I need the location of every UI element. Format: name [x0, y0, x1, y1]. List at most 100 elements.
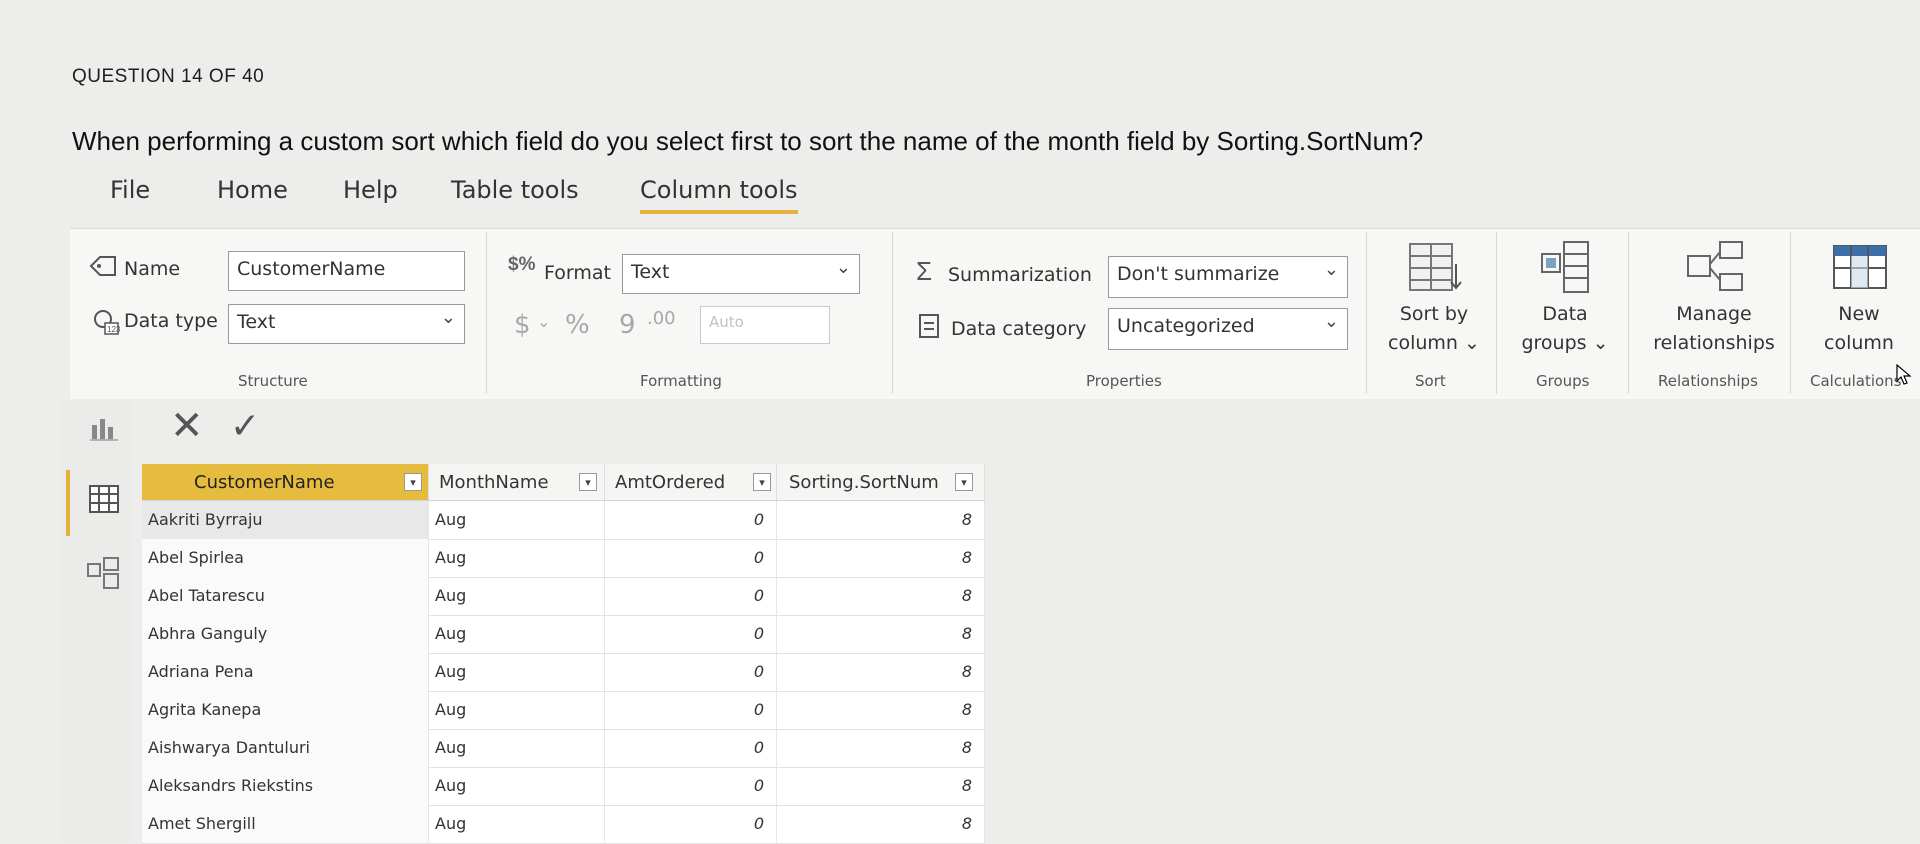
- table-cell: Aakriti Byrraju: [142, 501, 429, 539]
- tab-column-tools[interactable]: Column tools: [640, 176, 798, 214]
- structure-group-label: Structure: [238, 372, 308, 390]
- format-select[interactable]: Text: [622, 254, 860, 294]
- table-cell: 0: [605, 501, 777, 539]
- column-header-label: CustomerName: [194, 472, 335, 493]
- data-category-select[interactable]: Uncategorized: [1108, 308, 1348, 350]
- column-header-monthname[interactable]: MonthName ▾: [429, 464, 605, 500]
- question-counter: QUESTION 14 OF 40: [72, 66, 265, 87]
- sort-by-column-button[interactable]: Sort by column ⌄: [1374, 236, 1494, 386]
- new-column-icon: [1832, 244, 1888, 295]
- model-view-icon[interactable]: [86, 556, 120, 595]
- sort-by-column-icon: [1408, 242, 1464, 299]
- filter-dropdown-icon[interactable]: ▾: [753, 473, 771, 491]
- calculations-group-label: Calculations: [1810, 372, 1902, 390]
- table-view-icon[interactable]: [88, 484, 120, 519]
- filter-dropdown-icon[interactable]: ▾: [579, 473, 597, 491]
- decimal-places-spinner[interactable]: Auto: [700, 306, 830, 344]
- table-cell: Aug: [429, 729, 605, 767]
- cancel-formula-icon[interactable]: ✕: [170, 406, 204, 446]
- new-column-label-1: New: [1838, 303, 1880, 325]
- data-groups-button[interactable]: Data groups ⌄: [1506, 236, 1624, 386]
- separator: [892, 232, 893, 394]
- table-body: Aakriti Byrraju Aug 0 8 Abel Spirlea Aug 0 8 Abe…: [142, 501, 985, 844]
- table-cell: Aug: [429, 767, 605, 805]
- table-cell: 0: [605, 691, 777, 729]
- sigma-icon: Σ: [916, 256, 933, 286]
- table-cell: 8: [777, 729, 985, 767]
- percent-button[interactable]: %: [565, 310, 590, 340]
- manage-relationships-button[interactable]: Manage relationships: [1640, 236, 1788, 386]
- tab-table-tools[interactable]: Table tools: [451, 176, 579, 204]
- table-row: Agrita Kanepa Aug 0 8: [142, 691, 985, 730]
- table-cell: Aug: [429, 577, 605, 615]
- table-cell: Aug: [429, 691, 605, 729]
- svg-text:123: 123: [107, 325, 120, 334]
- summarization-select[interactable]: Don't summarize: [1108, 256, 1348, 298]
- groups-group-label: Groups: [1536, 372, 1590, 390]
- column-header-amtordered[interactable]: AmtOrdered ▾: [605, 464, 777, 500]
- data-category-icon: [918, 313, 940, 339]
- table-cell: Aug: [429, 615, 605, 653]
- table-cell: Agrita Kanepa: [142, 691, 429, 729]
- tab-help[interactable]: Help: [343, 176, 398, 204]
- format-icon: $%: [508, 254, 536, 275]
- chevron-down-icon[interactable]: ⌄: [537, 312, 550, 331]
- sort-by-column-label-1: Sort by: [1399, 303, 1469, 325]
- table-row: Adriana Pena Aug 0 8: [142, 653, 985, 692]
- table-row: Aishwarya Dantuluri Aug 0 8: [142, 729, 985, 768]
- table-cell: Aleksandrs Riekstins: [142, 767, 429, 805]
- table-cell: Aishwarya Dantuluri: [142, 729, 429, 767]
- table-cell: Aug: [429, 805, 605, 843]
- table-cell: 8: [777, 539, 985, 577]
- table-row: Aakriti Byrraju Aug 0 8: [142, 501, 985, 540]
- table-cell: 8: [777, 577, 985, 615]
- table-cell: Aug: [429, 653, 605, 691]
- table-cell: 0: [605, 539, 777, 577]
- comma-button[interactable]: 9: [619, 310, 636, 340]
- format-label: Format: [544, 262, 611, 284]
- commit-formula-icon[interactable]: ✓: [230, 406, 260, 446]
- table-cell: Aug: [429, 501, 605, 539]
- currency-button[interactable]: $: [514, 310, 531, 340]
- data-type-select[interactable]: Text: [228, 304, 465, 344]
- separator: [1366, 232, 1367, 394]
- column-header-sorting-sortnum[interactable]: Sorting.SortNum ▾: [777, 464, 985, 500]
- summarization-label: Summarization: [948, 264, 1092, 286]
- filter-dropdown-icon[interactable]: ▾: [404, 473, 422, 491]
- separator: [1496, 232, 1497, 394]
- table-cell: 0: [605, 805, 777, 843]
- table-cell: 8: [777, 501, 985, 539]
- sort-by-column-label-2: column ⌄: [1388, 332, 1480, 354]
- data-grid: CustomerName ▾ MonthName ▾ AmtOrdered ▾ …: [142, 464, 985, 844]
- mouse-cursor-icon: [1896, 363, 1912, 391]
- table-cell: 8: [777, 691, 985, 729]
- table-cell: 0: [605, 767, 777, 805]
- table-cell: Abhra Ganguly: [142, 615, 429, 653]
- table-row: Abhra Ganguly Aug 0 8: [142, 615, 985, 654]
- sort-by-column-label-text: column: [1388, 332, 1458, 354]
- table-cell: 8: [777, 767, 985, 805]
- report-view-icon[interactable]: [90, 413, 120, 446]
- table-header: CustomerName ▾ MonthName ▾ AmtOrdered ▾ …: [142, 464, 985, 501]
- name-field[interactable]: CustomerName: [228, 251, 465, 291]
- table-cell: 0: [605, 653, 777, 691]
- relationships-group-label: Relationships: [1658, 372, 1758, 390]
- separator: [1790, 232, 1791, 394]
- data-type-label: Data type: [124, 310, 218, 332]
- formatting-group-label: Formatting: [640, 372, 722, 390]
- tab-home[interactable]: Home: [217, 176, 288, 204]
- table-cell: 8: [777, 615, 985, 653]
- manage-relationships-label-1: Manage: [1676, 303, 1752, 325]
- data-groups-label-2: groups ⌄: [1521, 332, 1609, 354]
- manage-relationships-label-2: relationships: [1653, 332, 1775, 354]
- column-header-label: Sorting.SortNum: [789, 472, 939, 493]
- column-header-customername[interactable]: CustomerName ▾: [142, 464, 429, 500]
- view-sidebar: [60, 400, 130, 843]
- sort-group-label: Sort: [1415, 372, 1446, 390]
- decimal-button[interactable]: .00: [647, 308, 676, 329]
- filter-dropdown-icon[interactable]: ▾: [955, 473, 973, 491]
- tab-file[interactable]: File: [110, 176, 150, 204]
- data-category-label: Data category: [951, 318, 1087, 340]
- table-cell: 0: [605, 615, 777, 653]
- table-cell: 8: [777, 805, 985, 843]
